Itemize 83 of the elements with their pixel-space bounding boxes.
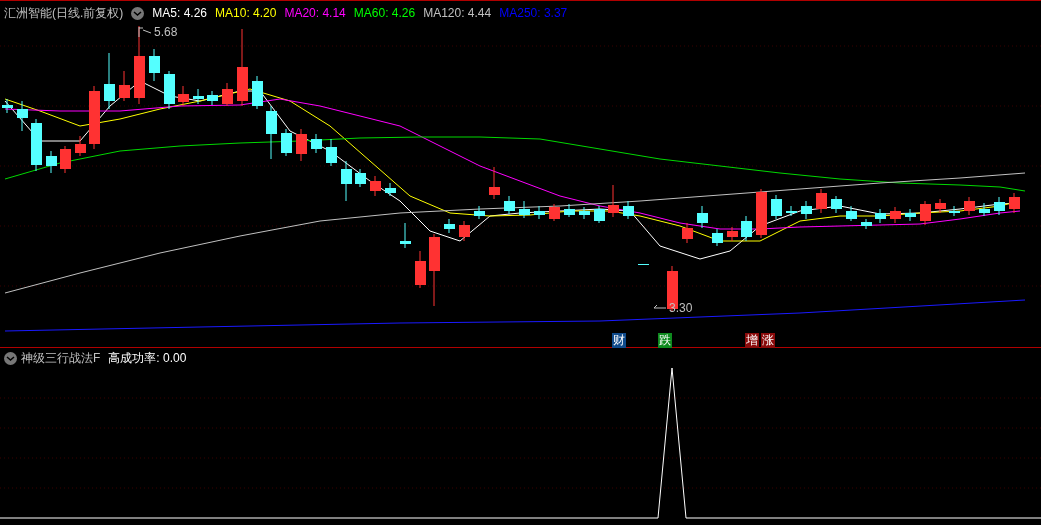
event-badge[interactable]: 涨 <box>761 333 775 348</box>
candlestick <box>579 206 590 220</box>
event-badge[interactable]: 跌 <box>658 333 672 348</box>
candlestick <box>60 145 71 174</box>
pointer-icon <box>653 304 667 312</box>
candlestick <box>355 168 366 188</box>
candlestick <box>281 128 292 157</box>
candlestick <box>727 226 738 242</box>
candlestick <box>949 205 960 217</box>
moving-average-value: MA10: 4.20 <box>215 5 277 22</box>
candlestick <box>89 85 100 150</box>
moving-average-value: MA60: 4.26 <box>353 5 416 22</box>
candlestick <box>266 105 277 160</box>
moving-average-value: MA120: 4.44 <box>423 5 492 22</box>
candlestick <box>178 85 189 107</box>
candlestick <box>697 205 708 229</box>
candlestick <box>994 196 1005 216</box>
event-badge[interactable]: 增 <box>745 333 759 348</box>
candlestick <box>326 138 337 167</box>
candlestick <box>370 175 381 197</box>
candlestick <box>549 203 560 222</box>
candlestick <box>861 218 872 230</box>
event-badge[interactable]: 财 <box>612 333 626 348</box>
candlestick <box>444 218 455 234</box>
candlestick <box>489 166 500 200</box>
candlestick <box>771 194 782 220</box>
candlestick <box>905 208 916 222</box>
candlestick <box>2 98 13 114</box>
pointer-icon <box>138 27 152 37</box>
candlestick <box>119 70 130 102</box>
candlestick <box>979 202 990 217</box>
candlestick <box>104 52 115 110</box>
candlestick <box>801 200 812 220</box>
candlestick <box>519 200 530 219</box>
moving-average-value: MA20: 4.14 <box>284 5 346 22</box>
candlestick <box>296 128 307 162</box>
candlestick <box>17 100 28 132</box>
candlestick <box>31 118 42 172</box>
candlestick <box>890 206 901 224</box>
candlestick <box>875 208 886 224</box>
moving-average-value: MA5: 4.26 <box>152 5 208 22</box>
candlestick <box>623 200 634 220</box>
candlestick <box>504 195 515 215</box>
candlestick <box>682 222 693 244</box>
candlestick <box>594 205 605 224</box>
candlestick <box>935 198 946 214</box>
candlestick <box>415 250 426 289</box>
candlestick <box>193 88 204 105</box>
candlestick <box>920 200 931 226</box>
candlestick <box>638 263 649 266</box>
candlestick <box>712 228 723 247</box>
candlestick <box>207 90 218 106</box>
candlestick <box>756 188 767 239</box>
candlestick <box>459 220 470 242</box>
candlestick <box>400 222 411 249</box>
candlestick <box>164 70 175 110</box>
candlestick <box>564 203 575 218</box>
candlestick <box>831 195 842 214</box>
indicator-reading: 高成功率: 0.00 <box>108 350 187 367</box>
candlestick <box>385 182 396 197</box>
low-price-label: 3.30 <box>669 300 693 317</box>
chevron-down-icon[interactable] <box>4 351 17 365</box>
candlestick <box>534 205 545 220</box>
candlestick <box>816 188 827 214</box>
candlestick <box>46 150 57 174</box>
candlestick <box>149 48 160 82</box>
candlestick <box>341 160 352 202</box>
candlestick <box>75 135 86 157</box>
candlestick <box>741 215 752 242</box>
high-price-label: 5.68 <box>154 24 178 41</box>
candlestick <box>964 196 975 216</box>
chart-title: 汇洲智能(日线.前复权) <box>4 5 124 22</box>
moving-average-value: MA250: 3.37 <box>499 5 568 22</box>
candlestick <box>222 82 233 107</box>
indicator-name: 神级三行战法F <box>21 350 101 367</box>
candlestick <box>252 75 263 110</box>
candlestick <box>311 133 322 154</box>
candlestick <box>1009 192 1020 214</box>
candlestick <box>474 205 485 220</box>
candlestick <box>786 205 797 217</box>
candlestick <box>846 205 857 222</box>
chevron-down-icon[interactable] <box>131 6 145 20</box>
candlestick <box>608 184 619 218</box>
